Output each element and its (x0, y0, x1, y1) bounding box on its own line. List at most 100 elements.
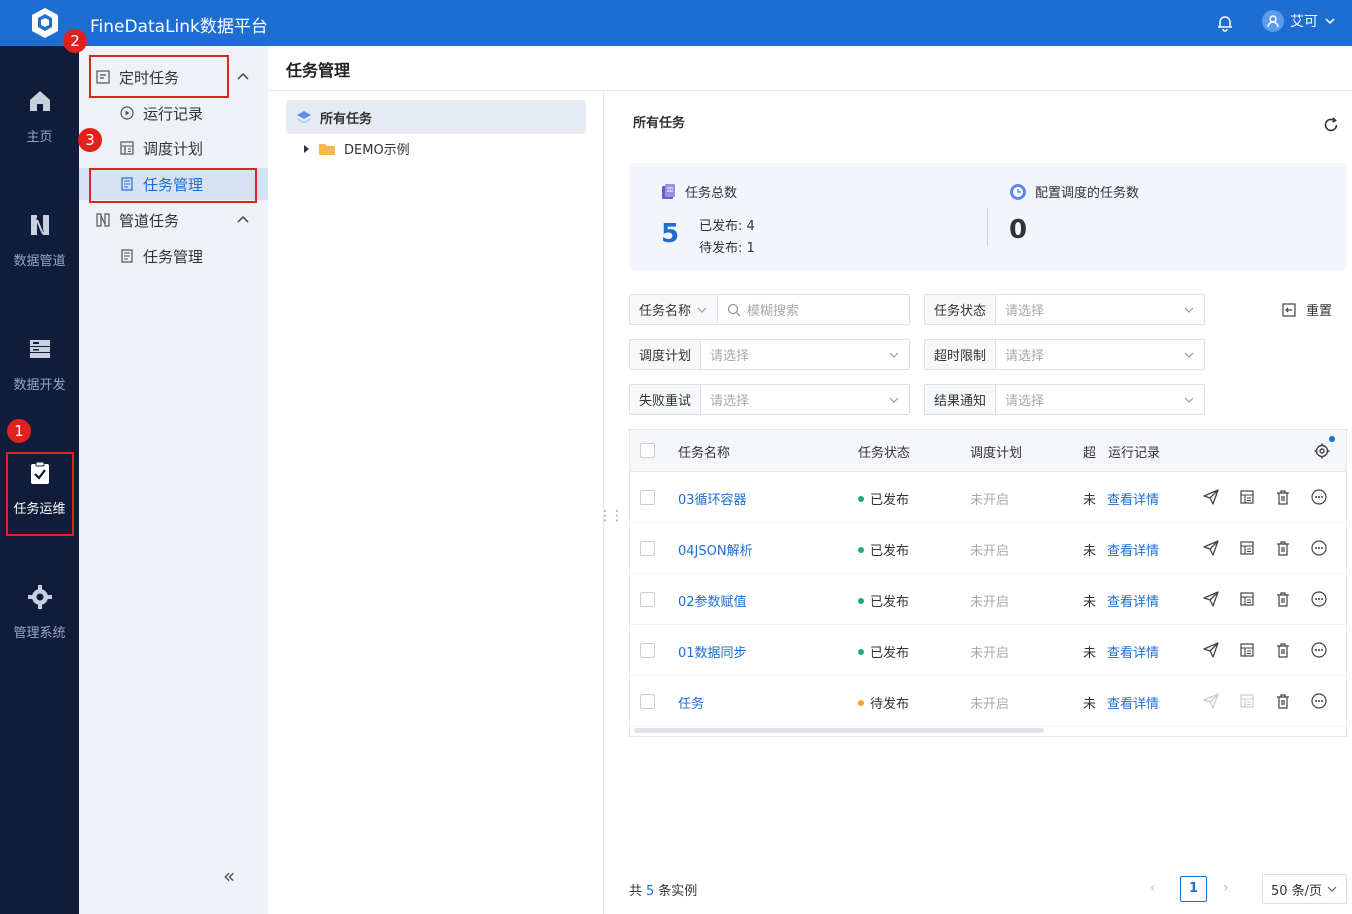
gear-icon (27, 585, 52, 609)
delete-icon[interactable] (1274, 641, 1292, 659)
horizontal-scrollbar[interactable] (634, 728, 1044, 733)
next-page-button[interactable]: › (1223, 880, 1229, 896)
calendar-icon[interactable] (1238, 539, 1256, 557)
filter-task-status[interactable]: 任务状态 请选择 (924, 294, 1205, 325)
search-input[interactable]: 模糊搜索 (718, 300, 909, 319)
collapse-sidebar-button[interactable]: « (223, 864, 235, 888)
delete-icon[interactable] (1274, 590, 1292, 608)
prev-page-button[interactable]: ‹ (1150, 880, 1156, 896)
view-details-link[interactable]: 查看详情 (1107, 693, 1159, 712)
filter-notify[interactable]: 结果通知 请选择 (924, 384, 1205, 415)
send-icon[interactable] (1202, 539, 1220, 557)
calendar-icon[interactable] (1238, 692, 1256, 710)
nav-label-admin: 管理系统 (13, 626, 66, 641)
calendar-icon[interactable] (1238, 590, 1256, 608)
schedule-plan-value: 未开启 (970, 544, 1010, 559)
delete-icon[interactable] (1274, 488, 1292, 506)
sidebar-item-schedule-plan[interactable]: 调度计划 (79, 132, 268, 164)
send-icon[interactable] (1202, 590, 1220, 608)
task-name-link[interactable]: 02参数赋值 (678, 591, 747, 610)
view-details-link[interactable]: 查看详情 (1107, 540, 1159, 559)
nav-item-home[interactable]: 主页 (0, 88, 79, 145)
reset-button[interactable]: 重置 (1281, 300, 1332, 319)
chevron-down-icon (1327, 886, 1337, 892)
filter-timeout[interactable]: 超时限制 请选择 (924, 339, 1205, 370)
nav-item-dev[interactable]: 数据开发 (0, 336, 79, 393)
filter-field-select[interactable]: 任务名称 (630, 295, 719, 324)
more-icon[interactable] (1310, 488, 1328, 506)
filter-task-name: 任务名称 模糊搜索 (629, 294, 910, 325)
status-label: 已发布 (870, 493, 910, 508)
stat-scheduled-label: 配置调度的任务数 (1035, 186, 1140, 201)
table-row[interactable]: 任务 待发布 未开启 未查看详情 (630, 676, 1346, 727)
delete-icon[interactable] (1274, 692, 1292, 710)
table-row[interactable]: 02参数赋值 已发布 未开启 未查看详情 (630, 574, 1346, 625)
header-timeout[interactable]: 超 (1083, 442, 1096, 461)
avatar (1262, 10, 1284, 32)
view-details-link[interactable]: 查看详情 (1107, 642, 1159, 661)
sidebar-item-pipeline-task-management[interactable]: 任务管理 (79, 240, 268, 272)
row-checkbox[interactable] (640, 541, 655, 556)
column-settings-icon[interactable] (1313, 442, 1331, 460)
table-row[interactable]: 01数据同步 已发布 未开启 未查看详情 (630, 625, 1346, 676)
chevron-down-icon (889, 352, 899, 358)
search-icon (727, 303, 741, 316)
timeout-value: 未 (1083, 544, 1097, 559)
nav-label-home: 主页 (26, 130, 53, 145)
settings-notification-dot (1329, 436, 1335, 442)
user-menu[interactable]: 艾可 (1262, 10, 1336, 32)
send-icon[interactable] (1202, 692, 1220, 710)
row-checkbox[interactable] (640, 490, 655, 505)
header-run-record[interactable]: 运行记录 (1108, 442, 1160, 461)
table-row[interactable]: 03循环容器 已发布 未开启 未查看详情 (630, 472, 1346, 523)
logo-icon (32, 8, 58, 38)
row-checkbox[interactable] (640, 694, 655, 709)
sidebar-group-pipeline[interactable]: 管道任务 (79, 204, 268, 236)
stat-total-value: 5 (661, 219, 680, 249)
more-icon[interactable] (1310, 539, 1328, 557)
filter-label: 任务状态 (925, 295, 997, 324)
more-icon[interactable] (1310, 590, 1328, 608)
annotation-box-task-management (89, 168, 257, 203)
resize-handle[interactable]: ⋮⋮ (598, 508, 624, 524)
tree-root-all-tasks[interactable]: 所有任务 (286, 100, 586, 134)
refresh-icon[interactable] (1322, 116, 1340, 134)
status-badge: 已发布 (858, 591, 909, 610)
task-name-link[interactable]: 01数据同步 (678, 642, 747, 661)
page-1-button[interactable]: 1 (1180, 876, 1207, 902)
chevron-down-icon (1184, 397, 1194, 403)
delete-icon[interactable] (1274, 539, 1292, 557)
select-all-checkbox[interactable] (640, 443, 655, 458)
view-details-link[interactable]: 查看详情 (1107, 489, 1159, 508)
filter-schedule-plan[interactable]: 调度计划 请选择 (629, 339, 910, 370)
caret-right-icon[interactable] (302, 144, 310, 153)
calendar-icon[interactable] (1238, 488, 1256, 506)
nav-item-pipeline[interactable]: 数据管道 (0, 212, 79, 269)
table-row[interactable]: 04JSON解析 已发布 未开启 未查看详情 (630, 523, 1346, 574)
row-checkbox[interactable] (640, 643, 655, 658)
more-icon[interactable] (1310, 641, 1328, 659)
timeout-value: 未 (1083, 646, 1097, 661)
task-name-link[interactable]: 03循环容器 (678, 489, 747, 508)
bell-icon[interactable] (1215, 13, 1235, 33)
send-icon[interactable] (1202, 488, 1220, 506)
annotation-box-ops (6, 452, 74, 536)
header-task-name[interactable]: 任务名称 (678, 442, 730, 461)
more-icon[interactable] (1310, 692, 1328, 710)
nav-item-admin[interactable]: 管理系统 (0, 584, 79, 641)
sidebar-item-run-records[interactable]: 运行记录 (79, 97, 268, 129)
timeout-value: 未 (1083, 595, 1097, 610)
task-name-link[interactable]: 任务 (678, 693, 704, 712)
tree-node-demo[interactable]: DEMO示例 (302, 139, 410, 158)
task-name-link[interactable]: 04JSON解析 (678, 540, 753, 559)
stat-scheduled-value: 0 (1009, 215, 1028, 245)
calendar-icon[interactable] (1238, 641, 1256, 659)
chevron-down-icon (1184, 352, 1194, 358)
filter-retry[interactable]: 失败重试 请选择 (629, 384, 910, 415)
send-icon[interactable] (1202, 641, 1220, 659)
header-schedule-plan[interactable]: 调度计划 (970, 442, 1022, 461)
row-checkbox[interactable] (640, 592, 655, 607)
header-task-status[interactable]: 任务状态 (858, 442, 910, 461)
view-details-link[interactable]: 查看详情 (1107, 591, 1159, 610)
page-size-select[interactable]: 50 条/页 (1262, 874, 1347, 904)
